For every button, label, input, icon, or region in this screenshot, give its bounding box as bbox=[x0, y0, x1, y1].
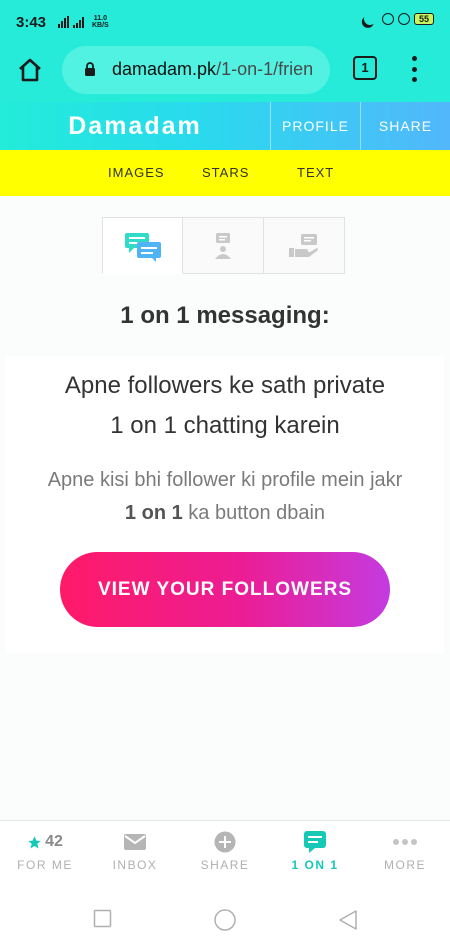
sub-nav-stars[interactable]: STARS bbox=[202, 165, 249, 180]
person-message-icon bbox=[215, 232, 231, 259]
battery-icon: 55 bbox=[413, 13, 434, 25]
tab-hand[interactable] bbox=[264, 217, 345, 274]
hand-message-icon bbox=[289, 233, 318, 257]
star-icon bbox=[28, 835, 41, 848]
system-nav-bar bbox=[0, 890, 450, 950]
back-icon[interactable] bbox=[337, 909, 359, 931]
bottom-nav: 42 FOR ME INBOX SHARE 1 ON 1 MORE bbox=[0, 820, 450, 890]
nav-more[interactable]: MORE bbox=[360, 821, 450, 891]
mail-icon bbox=[124, 834, 146, 850]
browser-toolbar: damadam.pk/1-on-1/frien 1 bbox=[0, 44, 450, 102]
alarm-icon bbox=[397, 13, 410, 25]
url-path: /1-on-1/frien bbox=[216, 59, 314, 79]
share-button[interactable]: SHARE bbox=[360, 102, 450, 150]
url-bar[interactable]: damadam.pk/1-on-1/frien bbox=[62, 46, 330, 94]
lock-icon bbox=[85, 62, 95, 76]
url-text[interactable]: damadam.pk/1-on-1/frien bbox=[112, 59, 320, 80]
vpn-icon bbox=[381, 13, 394, 25]
dots-icon bbox=[393, 839, 417, 845]
info-card: Apne followers ke sath private 1 on 1 ch… bbox=[6, 356, 444, 654]
site-header: Damadam PROFILE SHARE bbox=[0, 102, 450, 150]
tab-switcher-button[interactable]: 1 bbox=[353, 56, 377, 80]
main-content: 1 on 1 messaging: Apne followers ke sath… bbox=[0, 196, 450, 820]
tab-chat[interactable] bbox=[102, 217, 183, 274]
home-icon[interactable] bbox=[16, 56, 44, 84]
nav-share[interactable]: SHARE bbox=[180, 821, 270, 891]
card-description: Apne kisi bhi follower ki profile mein j… bbox=[47, 469, 403, 524]
status-time: 3:43 bbox=[16, 14, 47, 31]
sub-nav: IMAGES STARS TEXT bbox=[0, 150, 450, 196]
url-domain: damadam.pk bbox=[112, 59, 217, 79]
recents-icon[interactable] bbox=[93, 909, 113, 929]
card-headline: Apne followers ke sath private 1 on 1 ch… bbox=[64, 372, 386, 439]
signal-icon bbox=[58, 16, 84, 28]
nav-inbox[interactable]: INBOX bbox=[90, 821, 180, 891]
browser-chrome: 3:43 11.0 KB/S 55 damadam.pk/1-on-1/frie… bbox=[0, 0, 450, 102]
status-bar: 3:43 11.0 KB/S 55 bbox=[0, 0, 450, 44]
message-tabs bbox=[102, 217, 347, 274]
view-followers-button[interactable]: VIEW YOUR FOLLOWERS bbox=[60, 552, 390, 627]
brand-logo[interactable]: Damadam bbox=[0, 102, 270, 150]
net-speed: 11.0 KB/S bbox=[92, 15, 109, 29]
section-title: 1 on 1 messaging: bbox=[120, 302, 330, 329]
chat-bubbles-icon bbox=[124, 232, 161, 262]
moon-icon bbox=[362, 11, 377, 26]
for-me-count: 42 bbox=[45, 833, 63, 850]
plus-circle-icon bbox=[214, 831, 236, 853]
nav-for-me[interactable]: 42 FOR ME bbox=[0, 821, 90, 891]
nav-1on1[interactable]: 1 ON 1 bbox=[270, 821, 360, 891]
home-circle-icon[interactable] bbox=[213, 908, 237, 932]
more-vert-icon[interactable] bbox=[407, 54, 421, 84]
tab-person[interactable] bbox=[183, 217, 264, 274]
profile-button[interactable]: PROFILE bbox=[270, 102, 360, 150]
status-icons: 55 bbox=[364, 13, 434, 25]
chat-icon bbox=[304, 831, 326, 853]
sub-nav-text[interactable]: TEXT bbox=[297, 165, 334, 180]
sub-nav-images[interactable]: IMAGES bbox=[108, 165, 165, 180]
